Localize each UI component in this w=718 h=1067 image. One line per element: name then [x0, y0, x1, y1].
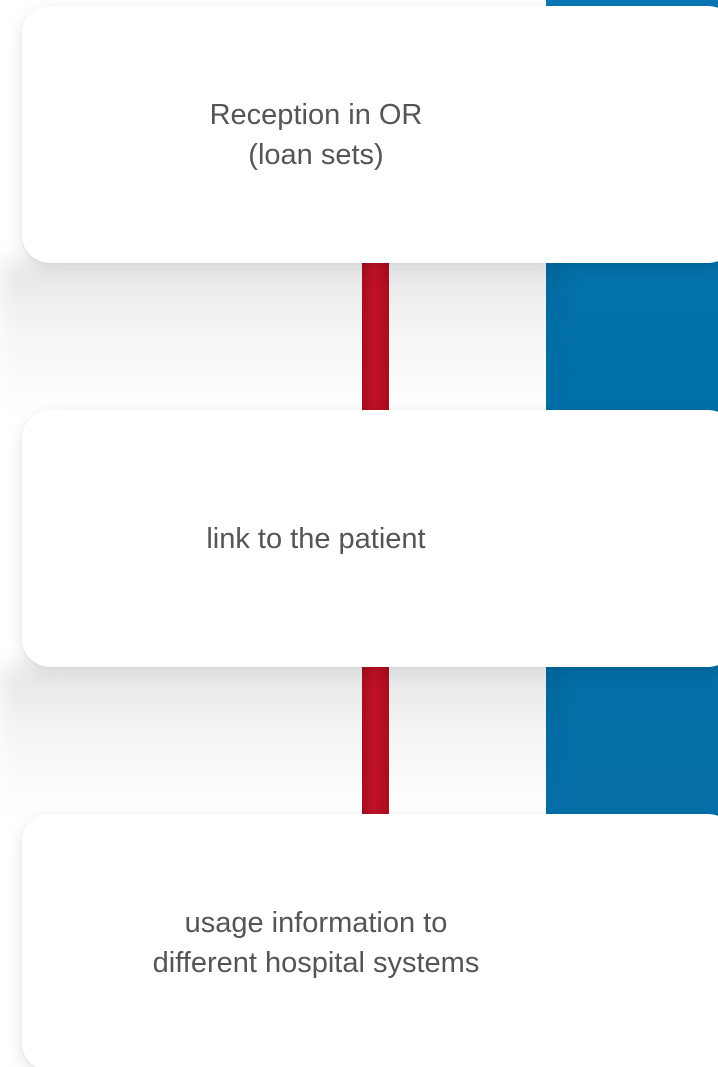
flow-diagram: Reception in OR (loan sets) link to the …	[0, 0, 718, 1067]
card-shadow	[0, 666, 560, 816]
step-label: usage information to different hospital …	[152, 906, 480, 979]
step-label: link to the patient	[206, 522, 426, 555]
connector-line	[362, 258, 389, 410]
card-shadow	[0, 262, 560, 412]
step-card: usage information to different hospital …	[22, 814, 718, 1067]
step-card: link to the patient	[22, 410, 718, 667]
connector-line	[362, 662, 389, 814]
step-label: Reception in OR (loan sets)	[209, 98, 423, 171]
step-card: Reception in OR (loan sets)	[22, 6, 718, 263]
